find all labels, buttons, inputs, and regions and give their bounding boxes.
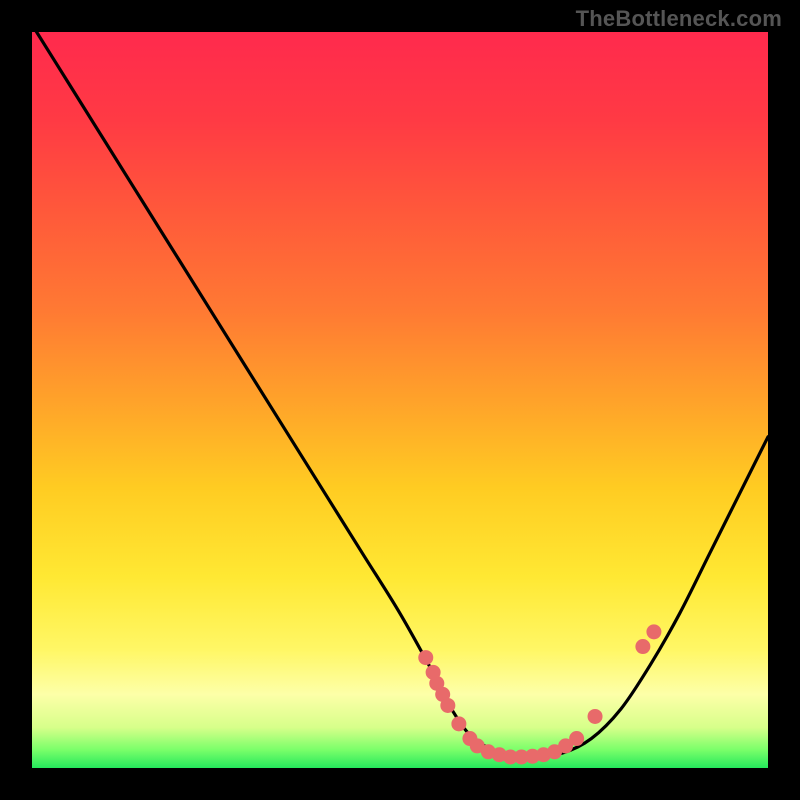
data-point: [440, 698, 455, 713]
chart-canvas: [32, 32, 768, 768]
watermark-text: TheBottleneck.com: [576, 6, 782, 32]
gradient-background: [32, 32, 768, 768]
data-point: [588, 709, 603, 724]
data-point: [418, 650, 433, 665]
data-point: [451, 716, 466, 731]
data-point: [635, 639, 650, 654]
chart-frame: [32, 32, 768, 768]
data-point: [646, 624, 661, 639]
data-point: [569, 731, 584, 746]
